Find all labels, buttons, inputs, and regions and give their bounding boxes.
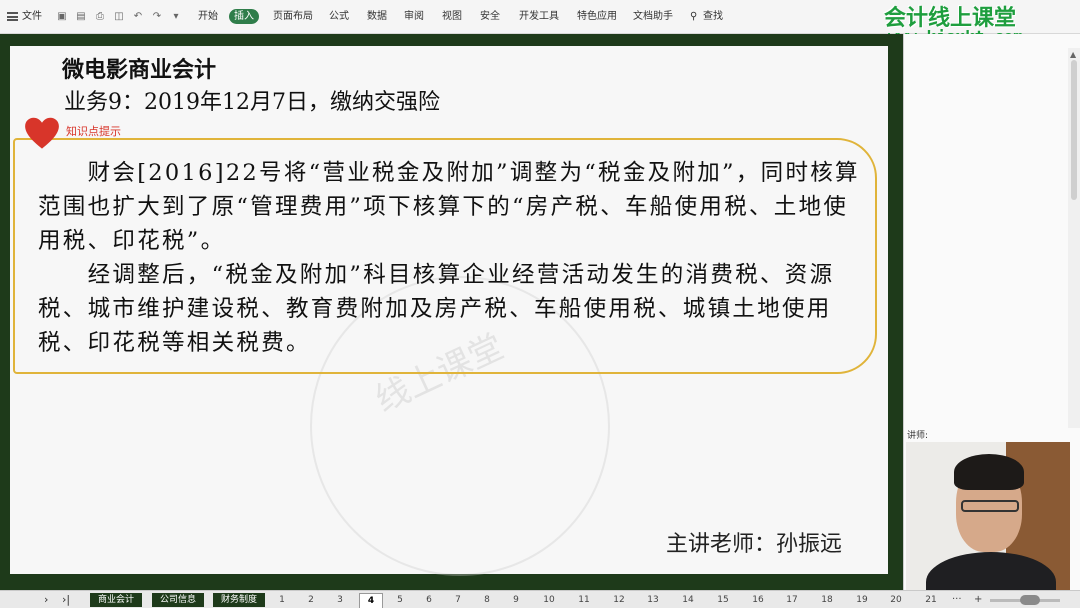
tab-data[interactable]: 数据 (367, 10, 387, 24)
page-tab[interactable]: 20 (886, 593, 906, 607)
tab-page-layout[interactable]: 页面布局 (273, 10, 313, 24)
page-tab[interactable]: 18 (817, 593, 837, 607)
sheet-tab-bar: › ›| 商业会计 公司信息 财务制度 1 2 3 4 5 6 7 8 9 10… (0, 590, 1080, 608)
redo-icon[interactable]: ↷ (151, 11, 163, 23)
tab-view[interactable]: 视图 (442, 10, 462, 24)
tip-paragraph-2: 经调整后，“税金及附加”科目核算企业经营活动发生的消费税、资源税、城市维护建设税… (38, 262, 835, 356)
lecturer-label: 讲师: (907, 431, 929, 441)
page-tab[interactable]: 5 (390, 593, 410, 607)
page-tab[interactable]: 8 (477, 593, 497, 607)
video-lecturer-hair (954, 454, 1024, 490)
zoom-slider-knob[interactable] (1020, 595, 1040, 605)
search-button[interactable]: 查找 (703, 10, 723, 24)
slide-title: 微电影商业会计 (62, 57, 217, 83)
tab-special[interactable]: 特色应用 (577, 10, 617, 24)
sheet-tab-business-accounting[interactable]: 商业会计 (90, 593, 142, 607)
scroll-up-icon[interactable]: ▲ (1070, 50, 1076, 59)
save-icon[interactable]: ▣ (56, 11, 68, 23)
presenter-name: 主讲老师：孙振远 (666, 532, 843, 557)
next-sheet-button[interactable]: › (44, 593, 48, 607)
tip-paragraph-1: 财会[2016]22号将“营业税金及附加”调整为“税金及附加”，同时核算范围也扩… (38, 160, 860, 254)
vertical-scrollbar[interactable]: ▲ (1068, 48, 1080, 428)
file-menu[interactable]: 文件 (22, 10, 42, 24)
page-tab[interactable]: 15 (713, 593, 733, 607)
page-tab[interactable]: 14 (678, 593, 698, 607)
page-tab[interactable]: 7 (448, 593, 468, 607)
tab-security[interactable]: 安全 (480, 10, 500, 24)
page-tab[interactable]: 13 (643, 593, 663, 607)
page-tab[interactable]: 10 (539, 593, 559, 607)
page-tab[interactable]: 9 (506, 593, 526, 607)
video-lecturer-glasses (961, 500, 1019, 512)
tab-doc-assistant[interactable]: 文档助手 (633, 10, 673, 24)
slide-subtitle: 业务9：2019年12月7日，缴纳交强险 (64, 90, 440, 115)
sheet-tab-company-info[interactable]: 公司信息 (152, 593, 204, 607)
page-tab[interactable]: 19 (852, 593, 872, 607)
tab-developer[interactable]: 开发工具 (519, 10, 559, 24)
slide-canvas[interactable]: 线上课堂 微电影商业会计 业务9：2019年12月7日，缴纳交强险 知识点提示 … (10, 46, 888, 576)
tab-home[interactable]: 开始 (198, 10, 218, 24)
page-tab[interactable]: 16 (748, 593, 768, 607)
preview-icon[interactable]: ◫ (113, 11, 125, 23)
last-sheet-button[interactable]: ›| (62, 593, 70, 607)
heart-icon (25, 117, 59, 149)
tab-insert[interactable]: 插入 (229, 9, 259, 24)
zoom-in-button[interactable]: + (974, 593, 982, 607)
page-tab[interactable]: 12 (609, 593, 629, 607)
menu-icon[interactable] (7, 12, 18, 21)
tip-label: 知识点提示 (66, 125, 121, 138)
page-tab[interactable]: 6 (419, 593, 439, 607)
dropdown-icon[interactable]: ▾ (170, 11, 182, 23)
more-pages-button[interactable]: ··· (952, 593, 962, 607)
slide-frame: 线上课堂 微电影商业会计 业务9：2019年12月7日，缴纳交强险 知识点提示 … (0, 34, 903, 590)
page-tab[interactable]: 3 (330, 593, 350, 607)
export-icon[interactable]: ▤ (75, 11, 87, 23)
page-tab-current[interactable]: 4 (359, 593, 383, 608)
undo-icon[interactable]: ↶ (132, 11, 144, 23)
page-tab[interactable]: 1 (272, 593, 292, 607)
print-icon[interactable]: ⎙ (94, 11, 106, 23)
page-tab[interactable]: 21 (921, 593, 941, 607)
lecturer-video (906, 442, 1070, 590)
page-tab[interactable]: 2 (301, 593, 321, 607)
search-icon[interactable]: ⚲ (690, 10, 697, 24)
page-tab[interactable]: 17 (782, 593, 802, 607)
page-tab[interactable]: 11 (574, 593, 594, 607)
sheet-tab-finance-policy[interactable]: 财务制度 (213, 593, 265, 607)
tab-formula[interactable]: 公式 (329, 10, 349, 24)
scroll-thumb[interactable] (1071, 60, 1077, 200)
tab-review[interactable]: 审阅 (404, 10, 424, 24)
